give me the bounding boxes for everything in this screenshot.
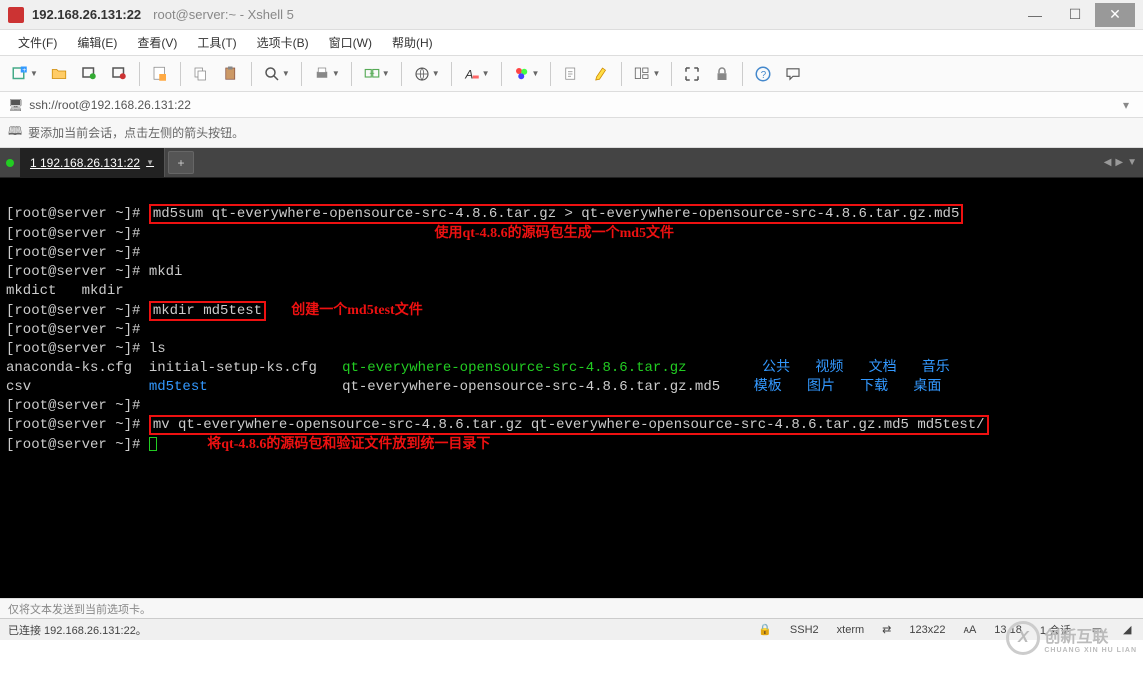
tab-label: 1 192.168.26.131:22 — [30, 156, 140, 170]
tab-list-button[interactable]: ▼ — [1127, 157, 1137, 168]
address-dropdown[interactable]: ▾ — [1117, 98, 1135, 112]
svg-text:A: A — [464, 67, 473, 81]
ls-csv: csv — [6, 379, 149, 395]
menu-help[interactable]: 帮助(H) — [386, 32, 439, 53]
font-button[interactable]: A▼ — [458, 60, 495, 88]
hint-text: 要添加当前会话，点击左侧的箭头按钮。 — [28, 124, 244, 141]
script-button[interactable] — [557, 60, 585, 88]
prompt: [root@server ~]# — [6, 206, 149, 222]
paste-button[interactable] — [217, 60, 245, 88]
ls-md5test: md5test — [149, 379, 208, 395]
tab-prev-button[interactable]: ◀ — [1104, 157, 1112, 168]
menu-tabs[interactable]: 选项卡(B) — [251, 32, 315, 53]
menu-tools[interactable]: 工具(T) — [191, 32, 242, 53]
menu-view[interactable]: 查看(V) — [131, 32, 183, 53]
svg-text:?: ? — [761, 69, 767, 80]
title-ip: 192.168.26.131:22 — [32, 7, 141, 22]
annotation-md5: 使用qt-4.8.6的源码包生成一个md5文件 — [434, 226, 674, 241]
new-session-button[interactable]: +▼ — [6, 60, 43, 88]
size-icon: ⇄ — [882, 623, 891, 636]
prompt-mkdi: [root@server ~]# mkdi — [6, 264, 182, 280]
prompt: [root@server ~]# — [6, 226, 140, 242]
maximize-button[interactable]: ☐ — [1055, 3, 1095, 27]
terminal[interactable]: [root@server ~]# md5sum qt-everywhere-op… — [0, 178, 1143, 598]
menu-bar: 文件(F) 编辑(E) 查看(V) 工具(T) 选项卡(B) 窗口(W) 帮助(… — [0, 30, 1143, 56]
help-button[interactable]: ? — [749, 60, 777, 88]
layout-button[interactable]: ▼ — [628, 60, 665, 88]
disconnect-button[interactable] — [105, 60, 133, 88]
encoding-button[interactable]: ▼ — [408, 60, 445, 88]
ls-tar: qt-everywhere-opensource-src-4.8.6.tar.g… — [342, 360, 686, 376]
status-bar: 已连接 192.168.26.131:22。 🔒 SSH2 xterm ⇄ 12… — [0, 618, 1143, 640]
properties-button[interactable] — [146, 60, 174, 88]
watermark-logo-icon: X — [1006, 621, 1040, 655]
ls-dirs1: 公共 视频 文档 音乐 — [762, 360, 950, 376]
lock-button[interactable] — [708, 60, 736, 88]
address-url[interactable]: ssh://root@192.168.26.131:22 — [29, 98, 1117, 112]
tab-nav: ◀ ▶ ▼ — [1098, 148, 1143, 177]
prompt: [root@server ~]# — [6, 303, 149, 319]
cmd-mv: mv qt-everywhere-opensource-src-4.8.6.ta… — [149, 415, 989, 435]
menu-edit[interactable]: 编辑(E) — [71, 32, 123, 53]
highlight-button[interactable] — [587, 60, 615, 88]
menu-window[interactable]: 窗口(W) — [323, 32, 378, 53]
prompt: [root@server ~]# — [6, 437, 149, 453]
print-button[interactable]: ▼ — [308, 60, 345, 88]
ssh-icon: 🖥 — [8, 98, 23, 112]
status-term: xterm — [837, 624, 865, 636]
bookmark-icon[interactable]: 🕮 — [8, 122, 22, 143]
address-bar: 🖥 ssh://root@192.168.26.131:22 ▾ — [0, 92, 1143, 118]
feedback-button[interactable] — [779, 60, 807, 88]
caps-icon: ᴀA — [963, 624, 976, 636]
annotation-mv: 将qt-4.8.6的源码包和验证文件放到统一目录下 — [207, 437, 490, 452]
fullscreen-button[interactable] — [678, 60, 706, 88]
tab-strip: 1 192.168.26.131:22▼ + ◀ ▶ ▼ — [0, 148, 1143, 178]
session-tab[interactable]: 1 192.168.26.131:22▼ — [20, 148, 165, 177]
minimize-button[interactable]: — — [1015, 3, 1055, 27]
transfer-button[interactable]: ▼ — [358, 60, 395, 88]
add-tab-button[interactable]: + — [168, 151, 194, 174]
status-ssh: SSH2 — [790, 624, 819, 636]
cmd-mkdir: mkdir md5test — [149, 301, 266, 321]
close-button[interactable]: ✕ — [1095, 3, 1135, 27]
cursor — [149, 437, 157, 451]
toolbar: +▼ ▼ ▼ ▼ ▼ A▼ ▼ ▼ ? — [0, 56, 1143, 92]
status-size: 123x22 — [909, 624, 945, 636]
open-button[interactable] — [45, 60, 73, 88]
app-icon — [8, 7, 24, 23]
title-bar: 192.168.26.131:22 root@server:~ - Xshell… — [0, 0, 1143, 30]
connection-status-icon — [6, 159, 14, 167]
completion-output: mkdict mkdir — [6, 283, 124, 299]
hint-bar: 🕮 要添加当前会话，点击左侧的箭头按钮。 — [0, 118, 1143, 148]
annotation-mkdir: 创建一个md5test文件 — [291, 303, 422, 318]
ls-dirs2: 模板 图片 下载 桌面 — [754, 379, 942, 395]
tab-next-button[interactable]: ▶ — [1115, 157, 1123, 168]
prompt-ls: [root@server ~]# ls — [6, 341, 166, 357]
title-sub: root@server:~ - Xshell 5 — [153, 7, 294, 22]
send-hint: 仅将文本发送到当前选项卡。 — [0, 598, 1143, 618]
menu-file[interactable]: 文件(F) — [12, 32, 63, 53]
copy-button[interactable] — [187, 60, 215, 88]
find-button[interactable]: ▼ — [258, 60, 295, 88]
prompt: [root@server ~]# — [6, 398, 140, 414]
watermark: X 创新互联 CHUANG XIN HU LIAN — [1006, 621, 1137, 655]
prompt: [root@server ~]# — [6, 322, 140, 338]
svg-text:+: + — [22, 66, 26, 73]
status-connection: 已连接 192.168.26.131:22。 — [8, 622, 740, 638]
watermark-sub: CHUANG XIN HU LIAN — [1044, 647, 1137, 654]
cmd-md5sum: md5sum qt-everywhere-opensource-src-4.8.… — [149, 204, 964, 224]
prompt: [root@server ~]# — [6, 245, 140, 261]
color-button[interactable]: ▼ — [508, 60, 545, 88]
watermark-text: 创新互联 — [1044, 623, 1137, 647]
lock-icon: 🔒 — [758, 623, 772, 636]
ls-md5file: qt-everywhere-opensource-src-4.8.6.tar.g… — [208, 379, 754, 395]
ls-row1-plain: anaconda-ks.cfg initial-setup-ks.cfg — [6, 360, 342, 376]
reconnect-button[interactable] — [75, 60, 103, 88]
prompt: [root@server ~]# — [6, 417, 149, 433]
window-controls: — ☐ ✕ — [1015, 3, 1135, 27]
